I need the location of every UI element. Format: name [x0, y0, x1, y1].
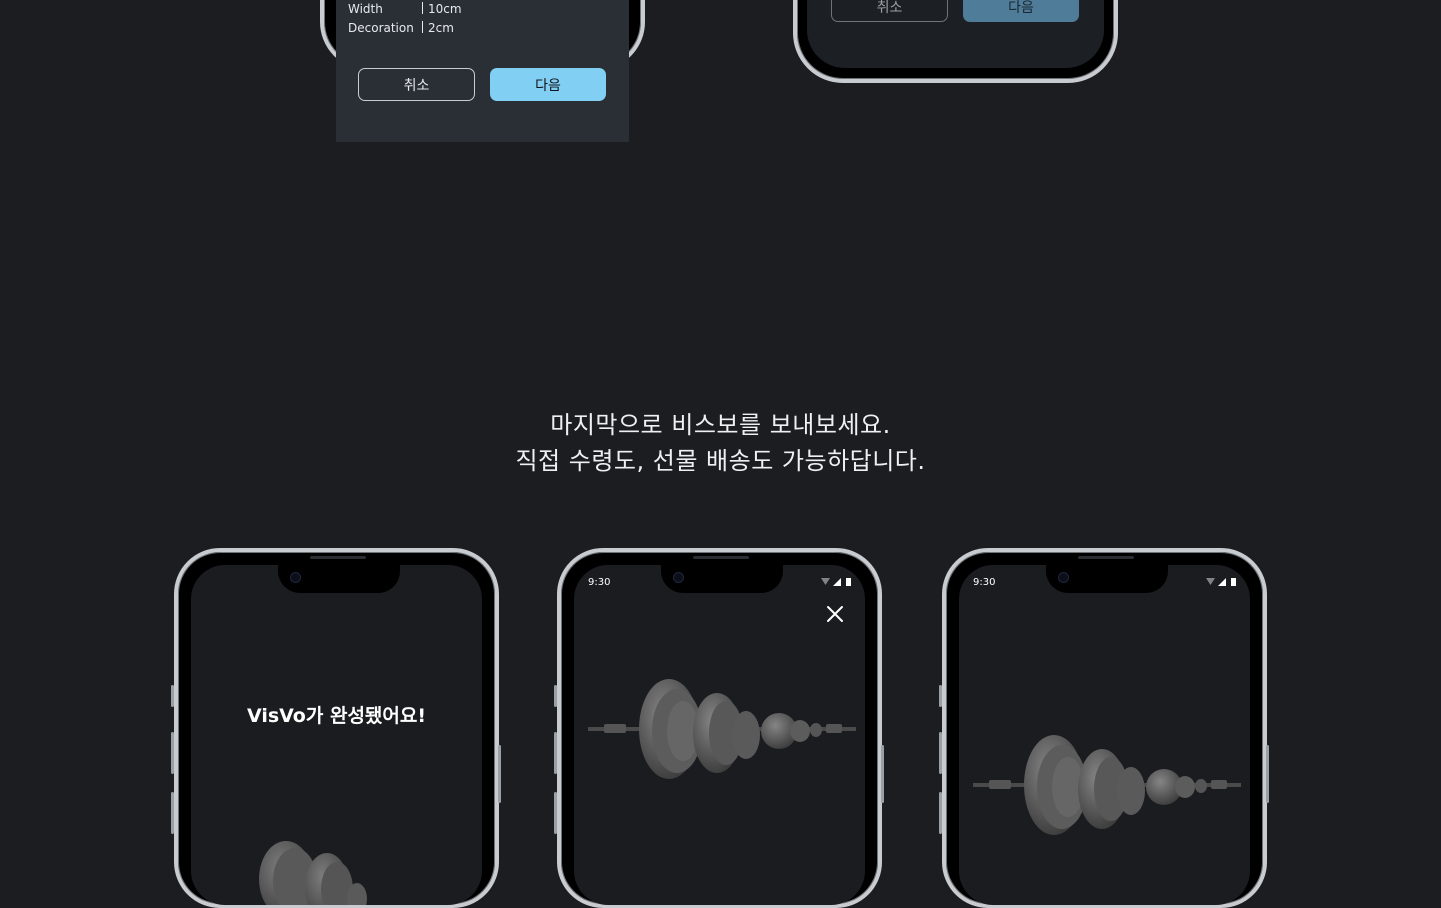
front-camera: [1058, 572, 1069, 583]
status-icons: [821, 578, 851, 586]
front-camera: [673, 572, 684, 583]
visvo-sculpture: [973, 735, 1241, 835]
side-button: [171, 732, 174, 774]
phone-screen-1: VisVo가 완성됐어요!: [191, 565, 482, 905]
cancel-button-dimmed[interactable]: 취소: [831, 0, 948, 22]
cancel-button-label: 취소: [403, 77, 430, 94]
speaker-grille: [693, 556, 749, 559]
status-time: 9:30: [973, 577, 996, 588]
side-button: [171, 685, 174, 707]
phone-screen-3: 9:30: [959, 565, 1250, 905]
speaker-grille: [1078, 556, 1134, 559]
visvo-sculpture: [588, 679, 856, 779]
side-button: [939, 732, 942, 774]
side-button: [554, 732, 557, 774]
headline-line-1: 마지막으로 비스보를 보내보세요.: [550, 411, 891, 439]
side-button: [171, 792, 174, 834]
spec-label-width: Width: [348, 2, 383, 16]
front-camera: [290, 572, 301, 583]
next-button-label: 다음: [535, 77, 561, 94]
spec-value-decoration: 2cm: [422, 21, 454, 35]
phone-frame-3: 9:30: [942, 548, 1267, 908]
close-icon[interactable]: [826, 605, 844, 623]
status-time: 9:30: [588, 577, 611, 588]
phone-frame-top-right: 취소 다음: [793, 0, 1118, 83]
spec-value-width: 10cm: [422, 2, 462, 16]
cancel-button[interactable]: 취소: [358, 68, 475, 101]
phone-frame-2: 9:30: [557, 548, 882, 908]
next-button-label: 다음: [1008, 0, 1034, 16]
next-button[interactable]: 다음: [490, 68, 606, 101]
side-button: [939, 685, 942, 707]
notch: [278, 565, 400, 593]
speaker-grille: [310, 556, 366, 559]
complete-message: VisVo가 완성됐어요!: [246, 705, 427, 727]
headline-line-2: 직접 수령도, 선물 배송도 가능하답니다.: [515, 447, 926, 475]
status-icons: [1206, 578, 1236, 586]
side-button: [939, 792, 942, 834]
side-button: [554, 685, 557, 707]
side-button: [498, 745, 501, 803]
spec-label-decoration: Decoration: [348, 21, 414, 35]
spec-panel: Width 10cm Decoration 2cm 취소 다음: [336, 0, 629, 142]
notch: [1046, 565, 1168, 593]
phone-screen-2: 9:30: [574, 565, 865, 905]
phone-frame-1: VisVo가 완성됐어요!: [174, 548, 499, 908]
side-button: [554, 792, 557, 834]
visvo-sculpture-partial: [259, 841, 367, 905]
cancel-button-label: 취소: [876, 0, 903, 16]
phone-screen-top-right: 취소 다음: [807, 0, 1104, 68]
notch: [661, 565, 783, 593]
side-button: [881, 745, 884, 803]
side-button: [1266, 745, 1269, 803]
next-button-dimmed[interactable]: 다음: [963, 0, 1079, 22]
